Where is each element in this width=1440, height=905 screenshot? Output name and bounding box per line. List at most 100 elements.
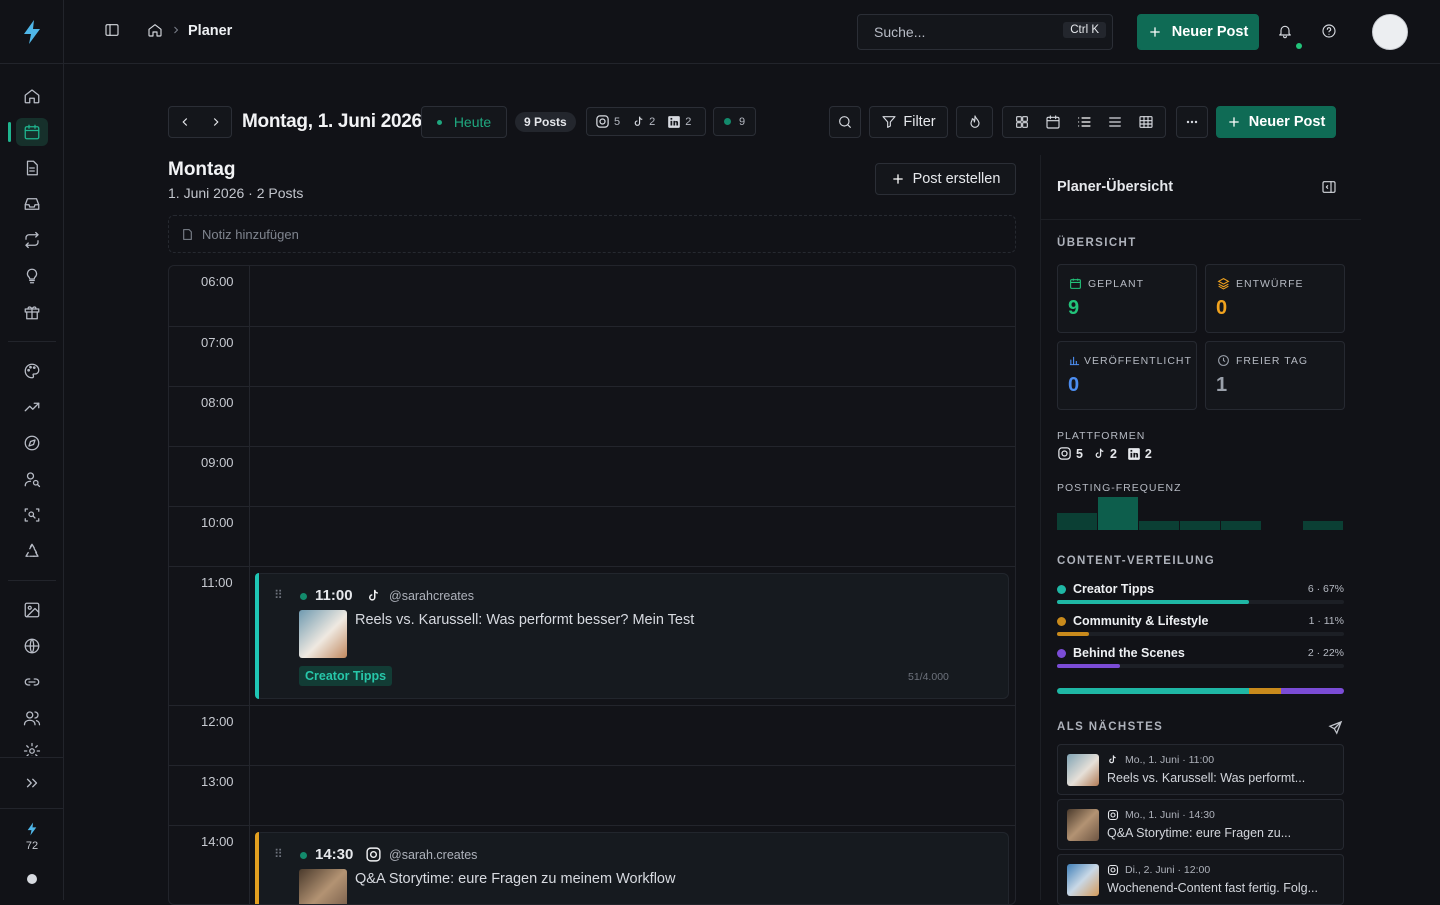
chevron-left-icon[interactable]	[178, 115, 192, 129]
trending-button[interactable]	[956, 106, 993, 138]
user-search-icon	[24, 472, 41, 488]
search-placeholder: Suche...	[874, 24, 926, 40]
hour-row: 13:00	[169, 765, 1015, 789]
nav-ideas[interactable]	[20, 264, 44, 288]
panel-divider	[1041, 219, 1361, 220]
chevron-right-icon[interactable]	[209, 115, 223, 129]
nav-recycle[interactable]	[20, 539, 44, 563]
upcoming-item[interactable]: Di., 2. Juni · 12:00 Wochenend-Content f…	[1057, 854, 1344, 905]
notifications-button[interactable]	[1277, 23, 1302, 49]
hour-label: 13:00	[201, 774, 234, 789]
stat-card-scheduled: GEPLANT 9	[1057, 264, 1197, 333]
search-button[interactable]	[829, 106, 861, 138]
linkedin-icon	[668, 115, 681, 128]
time-column-divider	[249, 266, 250, 904]
content-distribution: Creator Tipps 6 · 67% Community & Lifestyl…	[1057, 582, 1344, 702]
create-post-button[interactable]: Post erstellen	[875, 163, 1016, 195]
image-icon	[24, 602, 40, 618]
new-post-label: Neuer Post	[1171, 24, 1249, 40]
credits-indicator[interactable]: 72	[20, 822, 44, 852]
today-button[interactable]: Heute	[421, 106, 507, 138]
breadcrumb-separator	[170, 24, 182, 39]
instagram-icon	[1058, 447, 1071, 460]
next-heading: ALS NÄCHSTES	[1057, 721, 1164, 733]
clock-icon	[1218, 355, 1229, 366]
note-placeholder: Notiz hinzufügen	[202, 226, 299, 242]
upcoming-item[interactable]: Mo., 1. Juni · 11:00 Reels vs. Karussell…	[1057, 744, 1344, 795]
list-view-icon[interactable]	[1076, 114, 1092, 130]
nav-inbox[interactable]	[20, 192, 44, 216]
grid-view-icon[interactable]	[1014, 114, 1030, 130]
nav-home[interactable]	[20, 84, 44, 108]
search-icon	[839, 116, 851, 128]
compass-icon	[24, 435, 40, 451]
category-track	[1057, 600, 1344, 604]
nav-links[interactable]	[20, 670, 44, 694]
breadcrumb-current: Planer	[188, 23, 233, 39]
nav-media[interactable]	[20, 598, 44, 622]
nav-explore[interactable]	[20, 431, 44, 455]
inbox-icon	[24, 198, 40, 210]
instagram-icon	[596, 115, 609, 128]
expand-rail-button[interactable]	[20, 771, 44, 795]
nav-trends[interactable]	[20, 395, 44, 419]
avatar[interactable]	[1372, 14, 1408, 50]
date-title: Montag, 1. Juni 2026	[242, 111, 422, 132]
day-subtitle: 1. Juni 2026 · 2 Posts	[168, 185, 304, 201]
nav-user-search[interactable]	[20, 467, 44, 491]
toggle-sidebar-button[interactable]	[104, 22, 120, 41]
category-dot	[1057, 649, 1066, 658]
collapse-panel-button[interactable]	[1321, 179, 1337, 198]
gift-icon	[24, 306, 40, 320]
breadcrumb-home[interactable]	[147, 22, 163, 41]
post-card[interactable]: ⠿ 14:30 @sarah.creates Q&A Storytime: eu…	[255, 832, 1009, 904]
post-title: Q&A Storytime: eure Fragen zu meinem Wor…	[355, 871, 676, 887]
home-icon	[148, 24, 162, 37]
tiktok-count: 2	[649, 115, 656, 128]
status-dot	[27, 874, 37, 884]
nav-team[interactable]	[20, 706, 44, 730]
gear-icon	[23, 742, 41, 756]
nav-documents[interactable]	[20, 156, 44, 180]
help-circle-icon	[1322, 24, 1336, 38]
lightbulb-icon	[26, 268, 38, 284]
tiktok-icon	[1109, 755, 1116, 764]
nav-repeat[interactable]	[20, 228, 44, 252]
calendar-view-icon[interactable]	[1045, 114, 1061, 130]
palette-icon	[24, 363, 40, 379]
post-card[interactable]: ⠿ 11:00 @sarahcreates Reels vs. Karussel…	[255, 573, 1009, 699]
post-handle: @sarahcreates	[389, 589, 474, 603]
nav-settings[interactable]	[20, 742, 44, 756]
upcoming-item[interactable]: Mo., 1. Juni · 14:30 Q&A Storytime: eure…	[1057, 799, 1344, 850]
frequency-bar	[1057, 513, 1097, 530]
new-post-button[interactable]: Neuer Post	[1137, 14, 1259, 50]
table-view-icon[interactable]	[1138, 114, 1154, 130]
calendar-icon	[24, 124, 40, 140]
category-fill	[1057, 632, 1089, 636]
status-count-value: 9	[738, 115, 746, 128]
post-status-dot	[300, 593, 307, 600]
nav-scan[interactable]	[20, 503, 44, 527]
app-logo[interactable]	[0, 0, 63, 64]
category-fill	[1057, 664, 1121, 668]
rows-view-icon[interactable]	[1107, 114, 1123, 130]
hour-label: 11:00	[201, 575, 233, 590]
send-icon[interactable]	[1328, 720, 1343, 738]
filter-button[interactable]: Filter	[869, 106, 948, 138]
drag-handle-icon[interactable]: ⠿	[274, 588, 284, 602]
drag-handle-icon[interactable]: ⠿	[274, 847, 284, 861]
more-button[interactable]	[1176, 106, 1208, 138]
linkedin-icon	[1128, 447, 1140, 460]
search-input[interactable]: Suche... Ctrl K	[857, 14, 1113, 50]
note-field[interactable]: Notiz hinzufügen	[168, 215, 1016, 253]
hour-row: 09:00	[169, 446, 1015, 470]
nav-gifts[interactable]	[20, 300, 44, 324]
nav-palette[interactable]	[20, 359, 44, 383]
more-horizontal-icon	[1186, 120, 1198, 124]
rail-divider	[0, 808, 64, 809]
nav-planner[interactable]	[16, 118, 48, 146]
nav-web[interactable]	[20, 634, 44, 658]
help-button[interactable]	[1321, 23, 1337, 42]
new-post-toolbar-button[interactable]: Neuer Post	[1216, 106, 1336, 138]
post-char-count: 51/4.000	[908, 671, 949, 683]
